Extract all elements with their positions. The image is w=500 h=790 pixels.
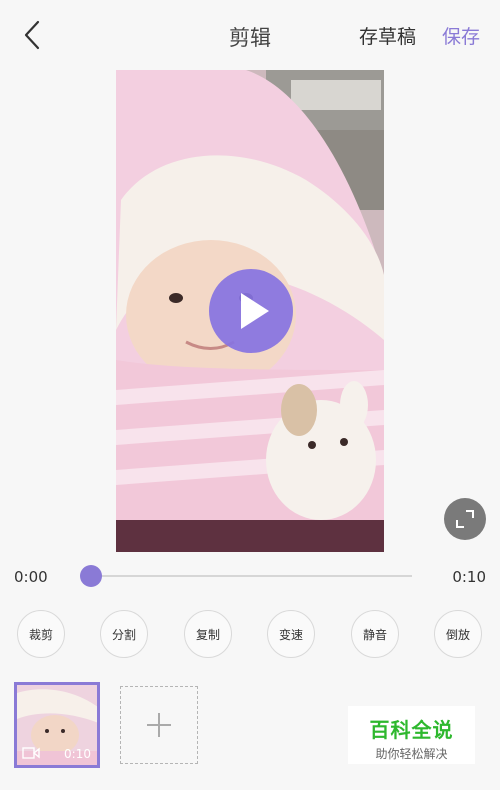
watermark-title: 百科全说 xyxy=(369,718,454,742)
progress-track[interactable] xyxy=(90,575,412,577)
progress-thumb[interactable] xyxy=(80,565,102,587)
save-draft-button[interactable]: 存草稿 xyxy=(359,22,416,49)
expand-icon xyxy=(456,510,474,528)
clip-duration: 0:10 xyxy=(64,747,91,761)
add-clip-button[interactable] xyxy=(120,686,198,764)
fullscreen-button[interactable] xyxy=(444,498,486,540)
clip-thumbnail[interactable]: 0:10 xyxy=(14,682,100,768)
play-icon xyxy=(241,293,269,329)
watermark-subtitle: 助你轻松解决 xyxy=(375,747,448,761)
tool-split-button[interactable]: 分割 xyxy=(100,610,148,658)
page-title: 剪辑 xyxy=(229,26,271,50)
video-camera-icon xyxy=(22,747,40,759)
tool-crop-button[interactable]: 裁剪 xyxy=(17,610,65,658)
total-time: 0:10 xyxy=(452,568,486,586)
save-button[interactable]: 保存 xyxy=(442,22,480,49)
tool-copy-button[interactable]: 复制 xyxy=(184,610,232,658)
tool-reverse-button[interactable]: 倒放 xyxy=(434,610,482,658)
header-bar: 剪辑 存草稿 保存 xyxy=(0,0,500,70)
video-preview[interactable] xyxy=(116,70,384,552)
tool-mute-button[interactable]: 静音 xyxy=(351,610,399,658)
current-time: 0:00 xyxy=(14,568,48,586)
watermark-logo: 百科全说 助你轻松解决 xyxy=(348,706,475,764)
play-button[interactable] xyxy=(209,269,293,353)
plus-icon xyxy=(147,713,171,737)
tool-speed-button[interactable]: 变速 xyxy=(267,610,315,658)
